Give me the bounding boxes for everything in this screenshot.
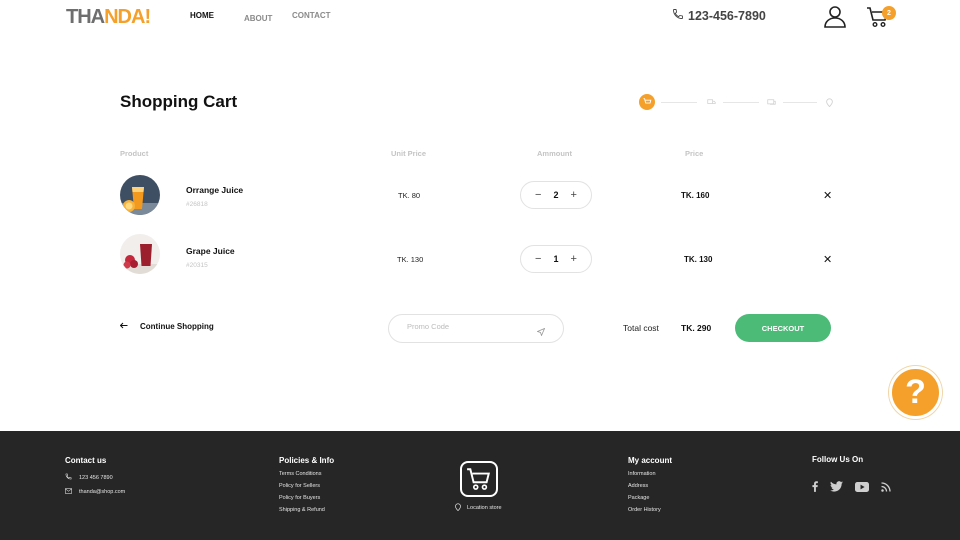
youtube-icon[interactable] bbox=[855, 479, 869, 497]
footer-link-sellers-policy[interactable]: Policy for Sellers bbox=[279, 483, 320, 489]
product-image-orange-juice[interactable] bbox=[120, 175, 160, 215]
quantity-value: 1 bbox=[553, 254, 559, 264]
location-pin-icon bbox=[455, 503, 461, 513]
phone-icon bbox=[65, 473, 72, 482]
arrow-left-icon bbox=[119, 322, 128, 331]
promo-code-input[interactable] bbox=[407, 322, 527, 331]
footer-phone-text: 123 456 7890 bbox=[79, 474, 113, 481]
twitter-icon[interactable] bbox=[830, 479, 843, 497]
remove-item-button[interactable]: ✕ bbox=[823, 253, 832, 266]
footer-link-order-history[interactable]: Order History bbox=[628, 507, 661, 513]
decrease-qty-button[interactable]: − bbox=[535, 189, 541, 201]
cart-icon bbox=[467, 468, 490, 490]
phone-icon bbox=[672, 8, 684, 23]
col-header-price: Price bbox=[685, 149, 704, 158]
cart-step-icon bbox=[643, 98, 651, 104]
footer-contact-heading: Contact us bbox=[65, 456, 107, 465]
line-price: TK. 130 bbox=[684, 255, 713, 264]
step-shipping bbox=[703, 94, 719, 110]
product-sku: #26818 bbox=[186, 201, 208, 208]
increase-qty-button[interactable]: + bbox=[571, 253, 577, 265]
mail-icon bbox=[65, 488, 72, 496]
step-cart bbox=[639, 94, 655, 110]
continue-shopping-label: Continue Shopping bbox=[140, 322, 214, 331]
col-header-unit-price: Unit Price bbox=[391, 149, 427, 158]
cart-count-badge: 2 bbox=[882, 6, 896, 20]
checkout-progress bbox=[639, 94, 834, 110]
footer-email[interactable]: thanda@shop.com bbox=[65, 488, 125, 496]
product-name[interactable]: Orrange Juice bbox=[186, 185, 243, 195]
site-footer: Contact us 123 456 7890 thanda@shop.com … bbox=[0, 431, 960, 540]
step-payment bbox=[763, 94, 779, 110]
unit-price: TK. 80 bbox=[398, 191, 421, 200]
continue-shopping-link[interactable]: Continue Shopping bbox=[119, 322, 214, 331]
col-header-product: Product bbox=[120, 149, 149, 158]
footer-link-buyers-policy[interactable]: Policy for Buyers bbox=[279, 495, 320, 501]
remove-item-button[interactable]: ✕ bbox=[823, 189, 832, 202]
account-button[interactable] bbox=[823, 4, 847, 28]
footer-link-shipping-refund[interactable]: Shipping & Refund bbox=[279, 507, 325, 513]
payment-step-icon bbox=[766, 99, 776, 105]
promo-code-field bbox=[388, 314, 564, 343]
total-cost-label: Total cost bbox=[623, 323, 659, 333]
footer-link-package[interactable]: Package bbox=[628, 495, 649, 501]
step-location bbox=[821, 94, 837, 110]
footer-email-text: thanda@shop.com bbox=[79, 489, 126, 495]
apply-promo-button[interactable] bbox=[536, 323, 546, 341]
footer-link-terms[interactable]: Terms Conditions bbox=[279, 471, 322, 477]
quantity-stepper: − 2 + bbox=[520, 181, 592, 209]
product-name[interactable]: Grape Juice bbox=[186, 246, 235, 256]
site-header: THANDA! HOME ABOUT CONTACT 123-456-7890 … bbox=[0, 0, 960, 34]
step-connector bbox=[661, 102, 697, 103]
phone-number: 123-456-7890 bbox=[688, 8, 766, 23]
col-header-amount: Ammount bbox=[537, 149, 572, 158]
close-icon: ✕ bbox=[823, 190, 833, 202]
decrease-qty-button[interactable]: − bbox=[535, 253, 541, 265]
checkout-button[interactable]: CHECKOUT bbox=[735, 314, 831, 342]
site-logo[interactable]: THANDA! bbox=[66, 6, 151, 29]
main-nav: HOME ABOUT CONTACT bbox=[190, 11, 352, 23]
social-links bbox=[812, 479, 891, 497]
increase-qty-button[interactable]: + bbox=[571, 189, 577, 201]
location-step-icon bbox=[825, 97, 833, 107]
footer-policies-heading: Policies & Info bbox=[279, 456, 335, 465]
product-image-grape-juice[interactable] bbox=[120, 234, 160, 274]
facebook-icon[interactable] bbox=[812, 479, 818, 497]
total-cost-value: TK. 290 bbox=[681, 323, 712, 333]
nav-home[interactable]: HOME bbox=[190, 11, 244, 23]
logo-text-part1: THA bbox=[66, 6, 105, 28]
line-price: TK. 160 bbox=[681, 191, 710, 200]
page-title: Shopping Cart bbox=[120, 92, 238, 111]
nav-contact[interactable]: CONTACT bbox=[292, 11, 352, 23]
footer-account-heading: My account bbox=[628, 456, 673, 465]
header-phone[interactable]: 123-456-7890 bbox=[672, 8, 766, 23]
help-button[interactable]: ? bbox=[889, 366, 942, 419]
location-store-label: Location store bbox=[467, 505, 502, 511]
nav-about[interactable]: ABOUT bbox=[244, 14, 292, 23]
unit-price: TK. 130 bbox=[397, 255, 424, 264]
footer-link-address[interactable]: Address bbox=[628, 483, 648, 489]
truck-step-icon bbox=[706, 99, 716, 104]
close-icon: ✕ bbox=[823, 254, 833, 266]
footer-link-information[interactable]: Information bbox=[628, 471, 656, 477]
footer-follow-heading: Follow Us On bbox=[812, 455, 864, 464]
send-icon bbox=[536, 327, 546, 337]
footer-location-store[interactable]: Location store bbox=[455, 503, 502, 513]
rss-icon[interactable] bbox=[881, 479, 891, 497]
footer-cart-logo[interactable] bbox=[460, 461, 498, 497]
step-connector bbox=[723, 102, 759, 103]
footer-phone[interactable]: 123 456 7890 bbox=[65, 473, 113, 482]
quantity-value: 2 bbox=[553, 190, 559, 200]
step-connector bbox=[783, 102, 817, 103]
logo-text-part2: NDA! bbox=[104, 6, 151, 28]
quantity-stepper: − 1 + bbox=[520, 245, 592, 273]
user-icon bbox=[824, 6, 846, 28]
question-icon: ? bbox=[905, 373, 926, 411]
product-sku: #20315 bbox=[186, 262, 208, 269]
